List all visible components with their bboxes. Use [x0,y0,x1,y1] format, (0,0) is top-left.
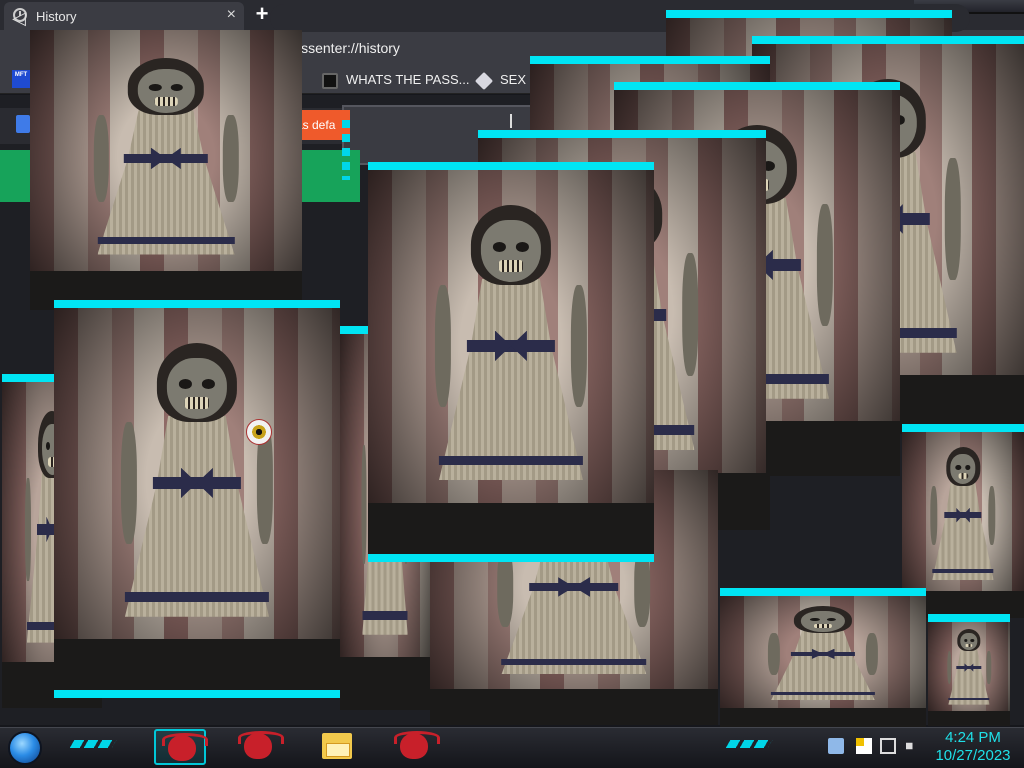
floor-shadow [928,710,1010,726]
clock-time: 4:24 PM [945,729,1001,746]
window-bottom-bar [368,554,654,562]
tray-network-icon[interactable] [828,738,844,754]
bull-icon [162,733,208,761]
taskbar-app-bull-3[interactable] [388,729,440,765]
taskbar-app-bull-2[interactable] [232,729,284,765]
window-title-bar[interactable] [530,56,770,64]
popup-image-window[interactable] [928,618,1010,726]
doll-teeth [498,259,523,272]
floor-shadow [340,656,430,710]
window-title-bar[interactable] [752,36,1024,44]
doll-teeth [965,643,973,648]
taskbar-accent-right [725,740,773,748]
doll-figure [97,343,297,647]
window-title-bar[interactable] [666,10,952,18]
popup-image-window[interactable] [54,304,340,694]
slider-handle[interactable] [510,114,512,128]
floor-shadow [54,639,340,694]
doll-face [137,68,195,113]
window-title-bar[interactable] [368,162,654,170]
doll-dress [948,649,990,705]
doll-dress [124,416,270,617]
doll-dress [438,278,584,481]
doll-dress [932,482,994,581]
folder-icon [322,733,352,759]
doll-figure [940,628,997,713]
window-title-bar[interactable] [478,130,766,138]
doll-teeth [154,96,178,106]
doll-dress [771,630,875,701]
frame-accent-stripes [342,120,350,180]
eyeball-cursor-icon [246,419,272,445]
doll-figure [411,205,611,511]
address-url[interactable]: issenter://history [298,40,400,56]
tab-title: History [36,9,77,24]
window-title-bar[interactable] [902,424,1024,432]
floor-shadow [720,708,926,727]
popup-image-window[interactable] [30,30,302,310]
document-icon [16,115,30,133]
tray-flag-icon[interactable] [856,738,872,754]
doll-face [166,358,228,420]
popup-image-window[interactable] [720,592,926,727]
doll-teeth [814,624,832,629]
bookmark-whats-the-pass[interactable]: WHATS THE PASS... [322,71,470,89]
window-title-bar[interactable] [928,614,1010,622]
window-title-bar[interactable] [614,82,900,90]
doll-figure [751,605,895,711]
floor-shadow [368,503,654,558]
system-clock[interactable]: 4:24 PM 10/27/2023 [926,729,1020,765]
taskbar-app-bull-1[interactable] [154,729,208,765]
doll-figure [71,58,261,276]
window-title-bar[interactable] [720,588,926,596]
doll-dress [501,543,647,675]
doll-teeth [184,397,209,410]
doll-teeth [957,473,969,480]
bull-icon [394,731,440,759]
back-button[interactable]: ◁ [12,8,26,29]
tab-history[interactable]: History × [4,2,244,30]
taskbar-file-explorer[interactable] [310,729,362,765]
start-button[interactable] [8,731,42,765]
doll-face [801,610,845,632]
window-title-bar[interactable] [54,300,340,308]
doll-dress [97,110,235,255]
window-bottom-bar [54,690,340,698]
bookmark-mft-icon[interactable]: MFT [12,70,30,88]
bull-icon [238,731,284,759]
close-tab-icon[interactable]: × [227,6,236,24]
floor-shadow [430,689,718,725]
popup-image-window[interactable] [368,166,654,558]
bookmark-favicon-icon [322,72,338,89]
bookmark-label: WHATS THE PASS... [346,72,470,87]
clock-date: 10/27/2023 [935,747,1011,764]
taskbar-accent-left [69,740,117,748]
desktop: History × + ◁ issenter://history MFT WHA… [0,0,1024,768]
tray-monitor-icon[interactable] [880,738,896,754]
doll-figure [920,447,1005,595]
bookmark-cube-icon [474,71,494,90]
